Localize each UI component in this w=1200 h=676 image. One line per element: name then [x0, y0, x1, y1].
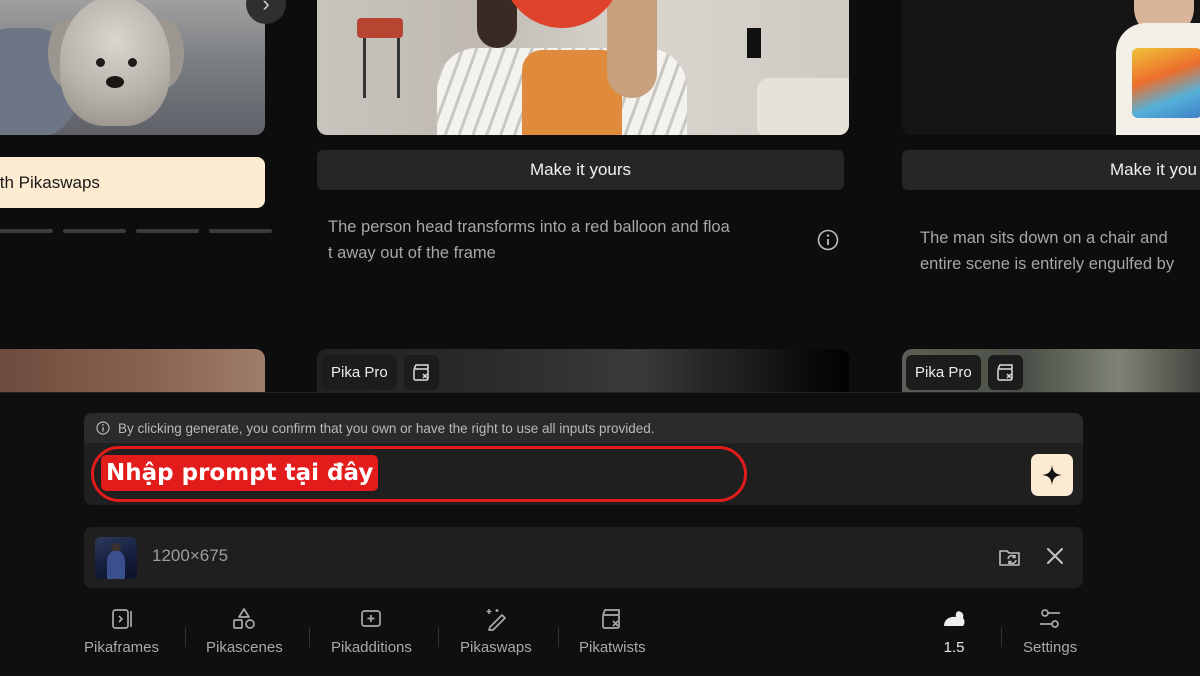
dog-eye	[96, 58, 105, 67]
sparkle-icon	[1042, 465, 1062, 485]
settings-label: Settings	[1023, 639, 1078, 656]
settings-button[interactable]: Settings	[1023, 606, 1077, 666]
stool-leg	[363, 38, 366, 98]
carousel-dot[interactable]	[0, 229, 53, 233]
tool-label: Pikaframes	[84, 639, 160, 656]
carousel-indicator	[0, 229, 272, 233]
pikaswaps-tool[interactable]: Pikaswaps	[460, 606, 532, 666]
pikaframes-icon	[111, 609, 132, 629]
description-line: entire scene is entirely engulfed by	[920, 255, 1175, 273]
prompt-annotation-label: Nhập prompt tại đây	[101, 455, 379, 491]
pikatwists-icon	[602, 609, 621, 629]
dog-nose	[106, 76, 124, 88]
poodle-dog	[60, 0, 170, 126]
hair	[477, 0, 517, 48]
pikatwists-badge-icon	[404, 355, 439, 390]
replace-media-icon[interactable]	[997, 544, 1023, 570]
image-dimensions: 1200×675	[152, 546, 229, 565]
notice-text: By clicking generate, you confirm that y…	[118, 420, 655, 436]
pikaswaps-icon	[486, 609, 506, 631]
model-version-label: 1.5	[943, 639, 965, 656]
attached-media-bar	[84, 527, 1083, 588]
toolbar-divider	[1001, 627, 1002, 647]
pika-pro-badge: Pika Pro	[906, 355, 981, 390]
red-stool	[357, 18, 403, 38]
description-line: The person head transforms into a red ba…	[328, 218, 730, 236]
carousel-dot[interactable]	[136, 229, 199, 233]
shirt-print	[1132, 48, 1200, 118]
ownership-notice: By clicking generate, you confirm that y…	[84, 413, 1083, 443]
info-icon	[96, 421, 110, 435]
pikadditions-icon	[361, 610, 382, 627]
settings-sliders-icon	[1040, 609, 1061, 628]
figure-dress	[107, 551, 125, 579]
red-balloon-head	[502, 0, 622, 28]
balloon-prompt-description: The person head transforms into a red ba…	[328, 214, 788, 266]
generate-button[interactable]	[1031, 454, 1073, 496]
rabbit-icon	[944, 611, 965, 626]
pikascenes-icon	[233, 608, 256, 629]
tool-label: Pikatwists	[579, 639, 646, 656]
info-icon[interactable]	[817, 229, 839, 251]
pikatwists-badge-icon	[988, 355, 1023, 390]
attached-image-thumbnail[interactable]	[95, 537, 137, 579]
toolbar-divider	[558, 627, 559, 647]
close-icon[interactable]	[1043, 544, 1067, 568]
model-version-selector[interactable]: 1.5	[941, 606, 967, 666]
toolbar-divider	[438, 627, 439, 647]
make-it-yours-button-right[interactable]: Make it you	[902, 150, 1200, 190]
hair	[607, 0, 657, 98]
sofa	[757, 78, 849, 135]
poodle-video-thumbnail[interactable]	[0, 0, 265, 135]
tool-label: Pikaswaps	[460, 639, 532, 656]
tool-label: Pikadditions	[331, 639, 412, 656]
pikascenes-tool[interactable]: Pikascenes	[206, 606, 283, 666]
carousel-dot[interactable]	[63, 229, 126, 233]
pika-pro-badge: Pika Pro	[322, 355, 397, 390]
description-line: t away out of the frame	[328, 244, 496, 262]
dog-eye	[128, 58, 137, 67]
toolbar-divider	[185, 627, 186, 647]
balloon-video-thumbnail[interactable]	[317, 0, 849, 135]
tool-label: Pikascenes	[206, 639, 283, 656]
pikatwists-tool[interactable]: Pikatwists	[579, 606, 646, 666]
wall-speaker	[747, 28, 761, 58]
pikadditions-tool[interactable]: Pikadditions	[331, 606, 412, 666]
pikaframes-tool[interactable]: Pikaframes	[84, 606, 159, 666]
man-video-thumbnail[interactable]	[902, 0, 1200, 135]
man-prompt-description: The man sits down on a chair and entire …	[920, 225, 1200, 277]
description-line: The man sits down on a chair and	[920, 229, 1168, 247]
try-pikaswaps-button[interactable]: ith Pikaswaps	[0, 157, 265, 208]
stool-leg	[397, 38, 400, 98]
toolbar-divider	[309, 627, 310, 647]
carousel-dot[interactable]	[209, 229, 272, 233]
make-it-yours-button[interactable]: Make it yours	[317, 150, 844, 190]
